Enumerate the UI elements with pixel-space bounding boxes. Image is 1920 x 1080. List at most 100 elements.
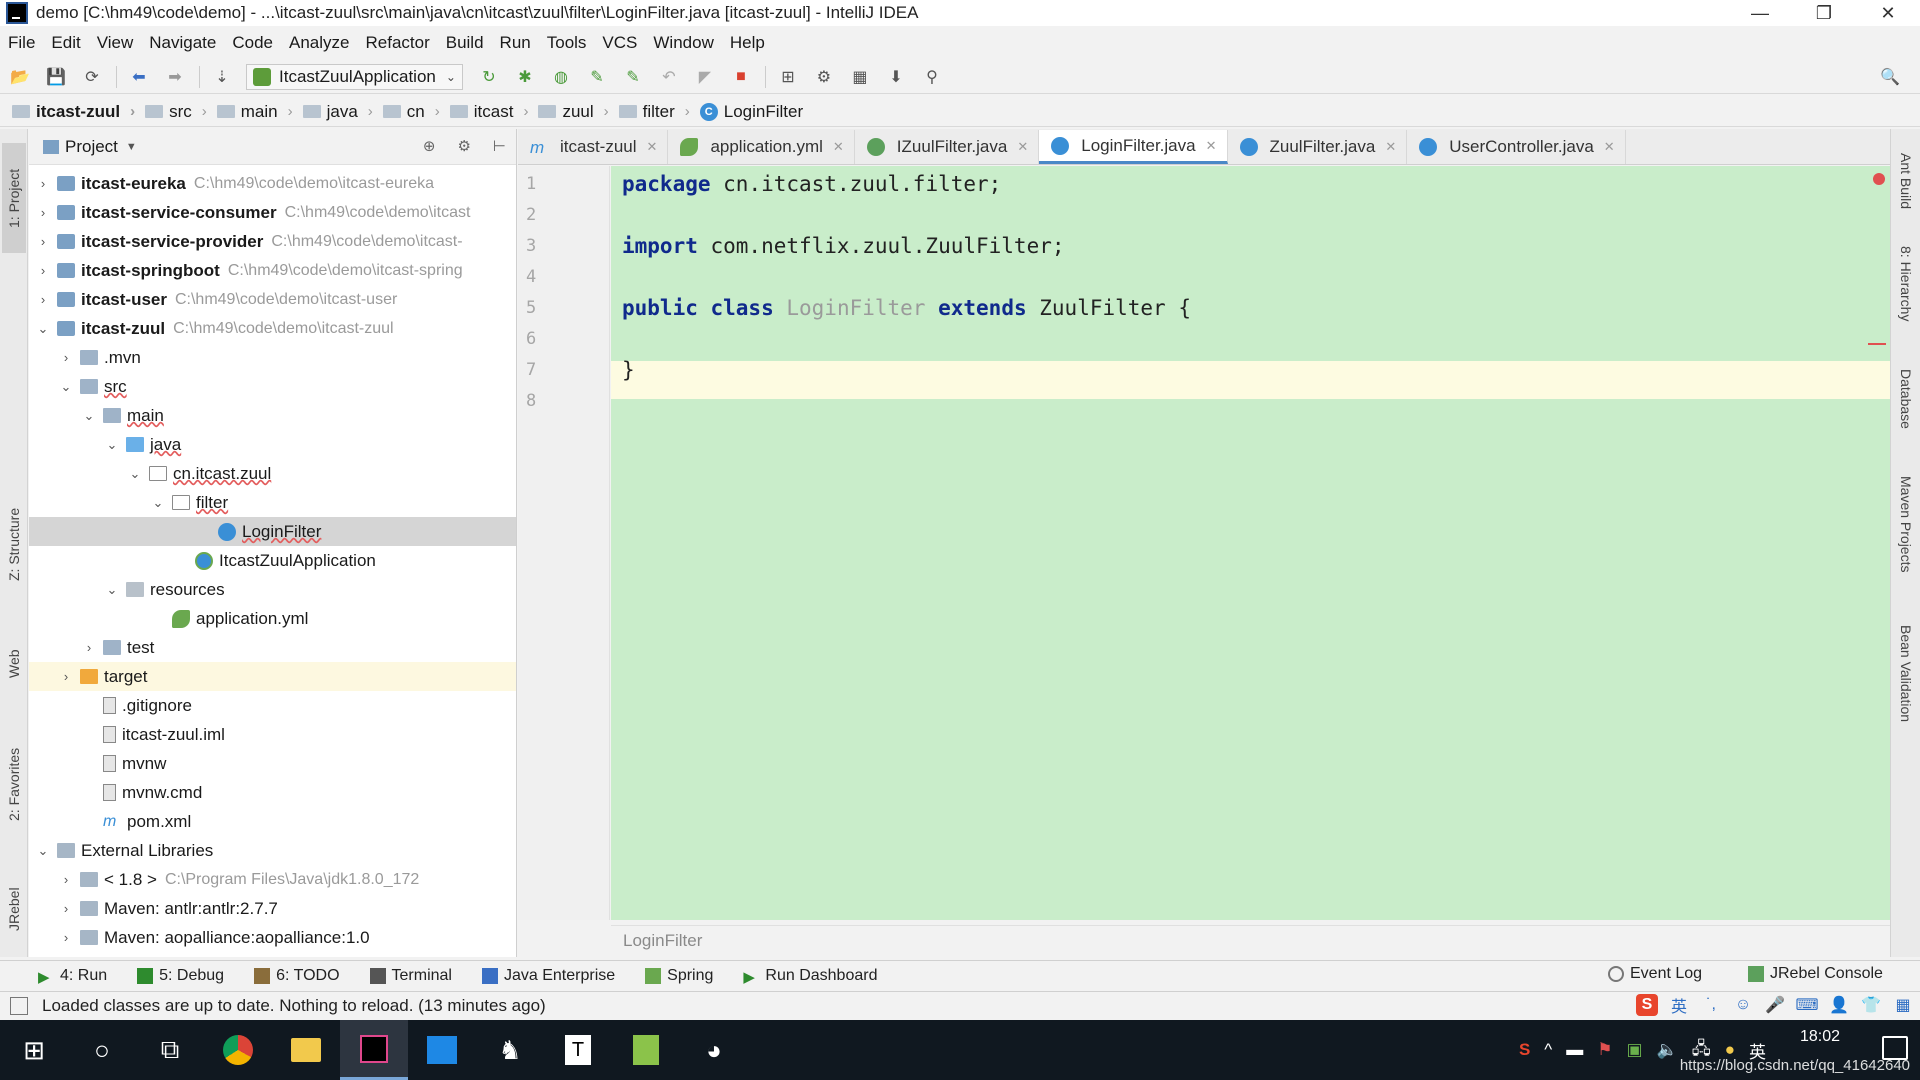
punctuation-icon[interactable]: ˙,	[1700, 994, 1722, 1016]
stop-icon[interactable]: ■	[729, 65, 753, 89]
event-log-button[interactable]: Event Log	[1608, 965, 1702, 983]
chevron-down-icon[interactable]: ⌄	[125, 466, 145, 482]
search-icon[interactable]: 🔍	[1878, 65, 1902, 89]
tree-item[interactable]: › Maven: antlr:antlr:2.7.7	[29, 894, 516, 923]
tab-jrebel[interactable]: JRebel	[2, 869, 26, 949]
tree-item[interactable]: application.yml	[29, 604, 516, 633]
breadcrumb-item[interactable]: filter ›	[618, 102, 690, 122]
editor-tab[interactable]: application.yml ✕	[668, 130, 855, 164]
run-configuration-select[interactable]: ItcastZuulApplication ⌄	[246, 63, 463, 90]
tree-item[interactable]: ⌄ filter	[29, 488, 516, 517]
chevron-right-icon[interactable]: ›	[79, 640, 99, 655]
exit-icon[interactable]: ◤	[693, 65, 717, 89]
tree-item[interactable]: LoginFilter	[29, 517, 516, 546]
menu-refactor[interactable]: Refactor	[365, 33, 429, 53]
menu-view[interactable]: View	[97, 33, 134, 53]
network-app-icon[interactable]: ◕	[680, 1020, 748, 1080]
menu-navigate[interactable]: Navigate	[149, 33, 216, 53]
bottom-tool-spring[interactable]: Spring	[645, 967, 713, 985]
locate-icon[interactable]: ⊕	[423, 137, 436, 155]
breadcrumb-item[interactable]: cn ›	[382, 102, 440, 122]
code-line[interactable]: public class LoginFilter extends ZuulFil…	[622, 296, 1191, 320]
search-circle-icon[interactable]: ○	[68, 1020, 136, 1080]
tree-item[interactable]: ⌄ resources	[29, 575, 516, 604]
tray-green-icon[interactable]: ▣	[1627, 1040, 1643, 1060]
chevron-down-icon[interactable]: ⌄	[148, 495, 168, 511]
bottom-tool-terminal[interactable]: Terminal	[369, 967, 452, 985]
typora-icon[interactable]: T	[544, 1020, 612, 1080]
menu-tools[interactable]: Tools	[547, 33, 587, 53]
volume-icon[interactable]: 🔈	[1657, 1040, 1678, 1060]
microphone-icon[interactable]: 🎤	[1764, 994, 1786, 1016]
tree-item[interactable]: ⌄ itcast-zuul C:\hm49\code\demo\itcast-zuu…	[29, 314, 516, 343]
close-icon[interactable]: ✕	[1017, 139, 1028, 155]
tree-item[interactable]: mvnw.cmd	[29, 778, 516, 807]
tree-item[interactable]: › .mvn	[29, 343, 516, 372]
attach-icon[interactable]: ✎	[621, 65, 645, 89]
chevron-right-icon[interactable]: ›	[33, 205, 53, 220]
tree-item[interactable]: mvnw	[29, 749, 516, 778]
chevron-right-icon[interactable]: ›	[56, 669, 76, 684]
menu-edit[interactable]: Edit	[51, 33, 80, 53]
restore-button[interactable]: ❐	[1792, 0, 1856, 26]
build-icon[interactable]: ⇣	[210, 65, 234, 89]
reload-icon[interactable]: ↶	[657, 65, 681, 89]
editor-tab[interactable]: UserController.java ✕	[1407, 130, 1626, 164]
menu-window[interactable]: Window	[653, 33, 713, 53]
chrome-icon[interactable]	[204, 1020, 272, 1080]
code-editor[interactable]	[611, 166, 1890, 920]
tree-item[interactable]: › Maven: aopalliance:aopalliance:1.0	[29, 923, 516, 952]
editor-tab[interactable]: m itcast-zuul ✕	[518, 130, 669, 164]
settings-icon[interactable]: ⚙	[812, 65, 836, 89]
task-view-icon[interactable]: ⧉	[136, 1020, 204, 1080]
windows-start-icon[interactable]: ⊞	[0, 1020, 68, 1080]
status-toggle-icon[interactable]	[10, 996, 28, 1015]
editor-tab[interactable]: ZuulFilter.java ✕	[1228, 130, 1408, 164]
store-icon[interactable]	[408, 1020, 476, 1080]
sogou-tray-icon[interactable]: S	[1519, 1040, 1530, 1060]
tab-bean-validation[interactable]: Bean Validation	[1894, 609, 1918, 739]
tree-item[interactable]: › itcast-user C:\hm49\code\demo\itcast-use…	[29, 285, 516, 314]
breadcrumb-item[interactable]: C LoginFilter	[699, 102, 803, 122]
menu-run[interactable]: Run	[500, 33, 531, 53]
chevron-right-icon[interactable]: ›	[56, 350, 76, 365]
jrebel-console-button[interactable]: JRebel Console	[1748, 965, 1883, 983]
tab-maven-projects[interactable]: Maven Projects	[1894, 459, 1918, 589]
skin-icon[interactable]: 👕	[1860, 994, 1882, 1016]
project-structure-icon[interactable]: ▦	[848, 65, 872, 89]
menu-vcs[interactable]: VCS	[602, 33, 637, 53]
tree-item[interactable]: ⌄ External Libraries	[29, 836, 516, 865]
profile-icon[interactable]: ✎	[585, 65, 609, 89]
breadcrumb-item[interactable]: main ›	[216, 102, 293, 122]
editor-tab[interactable]: LoginFilter.java ✕	[1039, 130, 1228, 164]
grid-icon[interactable]: ▦	[1892, 994, 1914, 1016]
user-icon[interactable]: 👤	[1828, 994, 1850, 1016]
collapse-icon[interactable]: ⊢	[493, 137, 506, 155]
bottom-tool-run-dashboard[interactable]: ▶ Run Dashboard	[743, 967, 877, 986]
menu-build[interactable]: Build	[446, 33, 484, 53]
menu-code[interactable]: Code	[232, 33, 273, 53]
taskbar-clock[interactable]: 18:02	[1800, 1028, 1840, 1046]
error-indicator-icon[interactable]	[1873, 173, 1885, 185]
chevron-down-icon[interactable]: ▼	[126, 141, 137, 153]
save-icon[interactable]: 💾	[44, 65, 68, 89]
tab-project[interactable]: 1: Project	[2, 143, 26, 253]
tree-item[interactable]: › < 1.8 > C:\Program Files\Java\jdk1.8.0_1…	[29, 865, 516, 894]
rerun-icon[interactable]: ↻	[477, 65, 501, 89]
gear-icon[interactable]: ⚙	[457, 137, 470, 155]
tree-item[interactable]: › itcast-service-consumer C:\hm49\code\dem…	[29, 198, 516, 227]
tray-app-icon[interactable]: ▬	[1566, 1040, 1583, 1060]
tab-ant-build[interactable]: Ant Build	[1894, 141, 1918, 221]
bottom-tool-run[interactable]: ▶ 4: Run	[38, 967, 107, 986]
intellij-icon[interactable]	[340, 1020, 408, 1080]
back-icon[interactable]: ⬅	[127, 65, 151, 89]
structure-icon[interactable]: ⊞	[776, 65, 800, 89]
jrebel-icon[interactable]: ⚲	[920, 65, 944, 89]
code-line[interactable]: }	[622, 358, 635, 382]
breadcrumb-item[interactable]: itcast ›	[449, 102, 528, 122]
tree-item[interactable]: m pom.xml	[29, 807, 516, 836]
tree-item[interactable]: ⌄ java	[29, 430, 516, 459]
chevron-down-icon[interactable]: ⌄	[56, 379, 76, 395]
breadcrumb-item[interactable]: zuul ›	[538, 102, 609, 122]
tree-item[interactable]: ⌄ main	[29, 401, 516, 430]
